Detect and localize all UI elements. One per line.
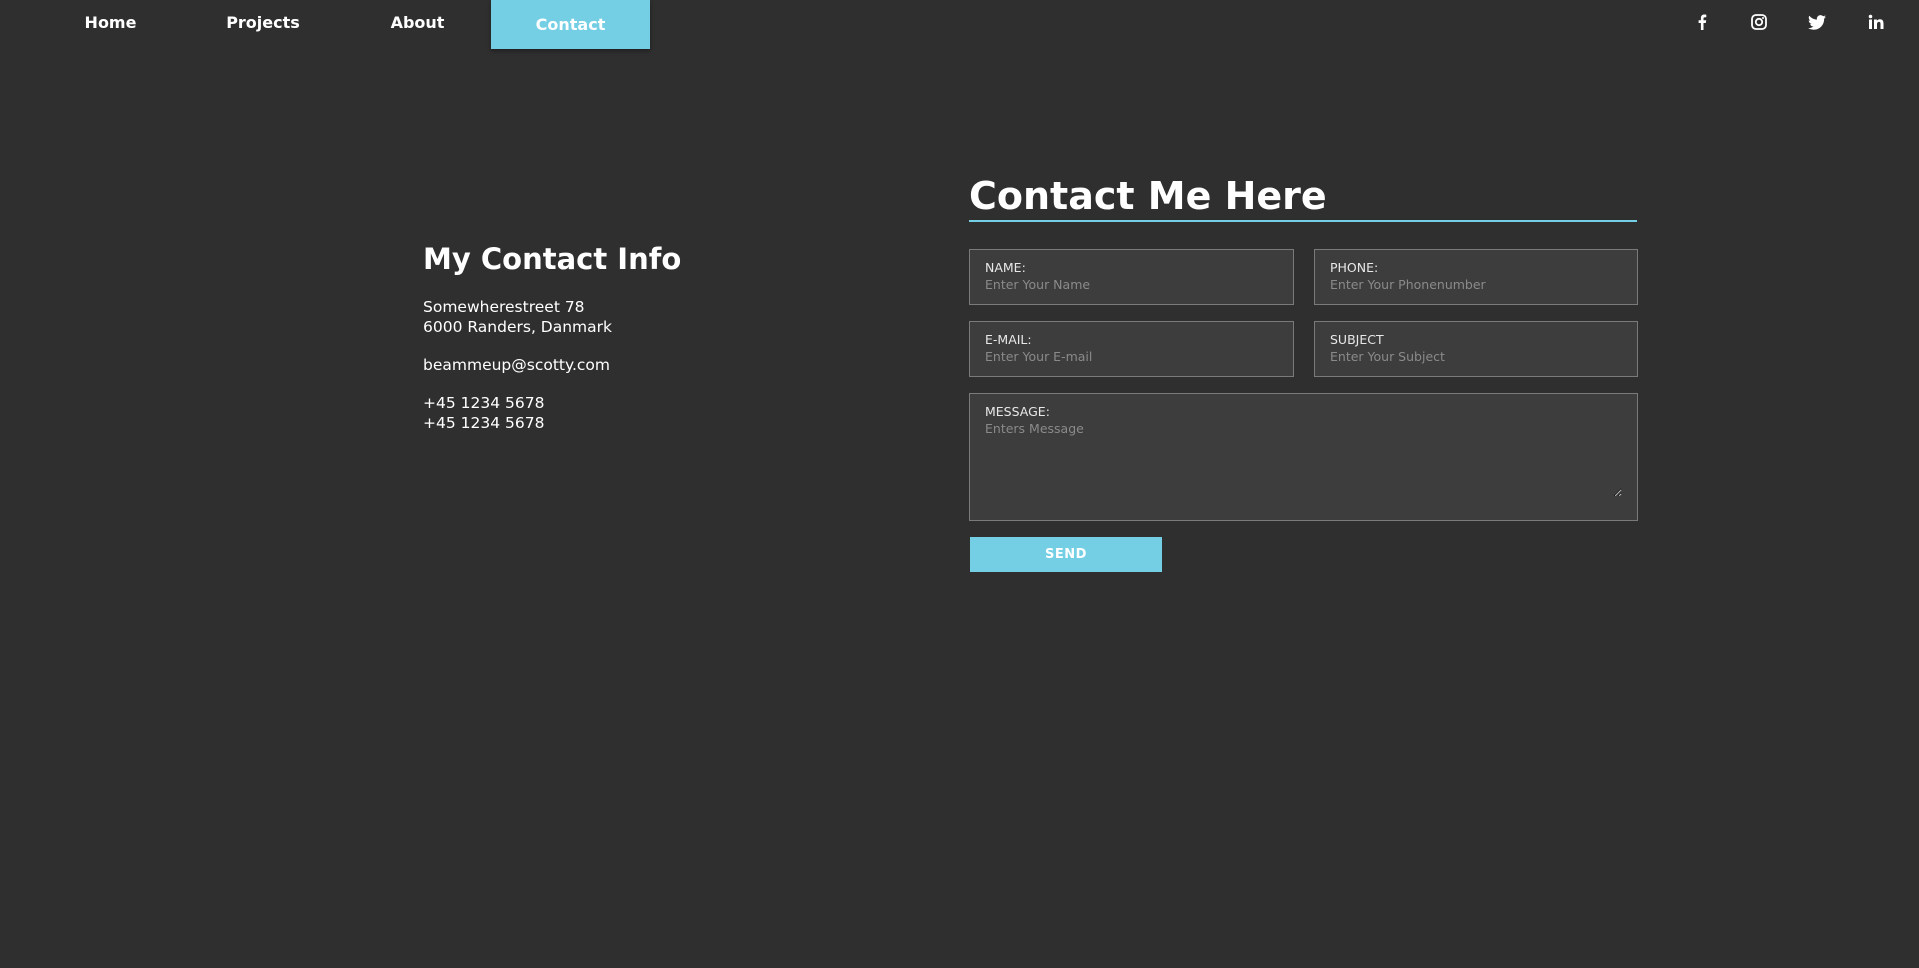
nav-projects-link[interactable]: Projects <box>180 0 346 44</box>
message-field: MESSAGE: <box>969 393 1638 521</box>
address: Somewherestreet 78 6000 Randers, Danmark <box>423 297 823 337</box>
phone-numbers: +45 1234 5678 +45 1234 5678 <box>423 393 823 433</box>
email-input[interactable] <box>985 349 1278 364</box>
name-input[interactable] <box>985 277 1278 292</box>
name-field: NAME: <box>969 249 1294 305</box>
contact-form-section: Contact Me Here NAME: PHONE: E-MAIL: SUB… <box>969 172 1638 572</box>
subject-input[interactable] <box>1330 349 1622 364</box>
instagram-icon[interactable] <box>1749 12 1769 32</box>
nav-contact-link[interactable]: Contact <box>491 0 650 49</box>
form-title: Contact Me Here <box>969 174 1327 218</box>
subject-label: SUBJECT <box>1330 332 1384 347</box>
email-label: E-MAIL: <box>985 332 1032 347</box>
message-label: MESSAGE: <box>985 404 1050 419</box>
phone-input[interactable] <box>1330 277 1622 292</box>
contact-info-heading: My Contact Info <box>423 242 682 276</box>
phone-number-2: +45 1234 5678 <box>423 414 545 432</box>
facebook-icon[interactable] <box>1692 12 1712 32</box>
contact-email: beammeup@scotty.com <box>423 356 610 374</box>
address-line-1: Somewherestreet 78 <box>423 298 585 316</box>
phone-field: PHONE: <box>1314 249 1638 305</box>
linkedin-icon[interactable] <box>1866 12 1886 32</box>
phone-number-1: +45 1234 5678 <box>423 394 545 412</box>
subject-field: SUBJECT <box>1314 321 1638 377</box>
send-button[interactable]: SEND <box>970 537 1162 572</box>
nav-about-link[interactable]: About <box>336 0 499 44</box>
contact-info-section: My Contact Info Somewherestreet 78 6000 … <box>423 240 823 451</box>
phone-label: PHONE: <box>1330 260 1379 275</box>
name-label: NAME: <box>985 260 1026 275</box>
twitter-icon[interactable] <box>1807 12 1827 32</box>
email-field: E-MAIL: <box>969 321 1294 377</box>
title-underline <box>969 220 1637 222</box>
message-textarea[interactable] <box>985 421 1622 497</box>
address-line-2: 6000 Randers, Danmark <box>423 318 613 336</box>
